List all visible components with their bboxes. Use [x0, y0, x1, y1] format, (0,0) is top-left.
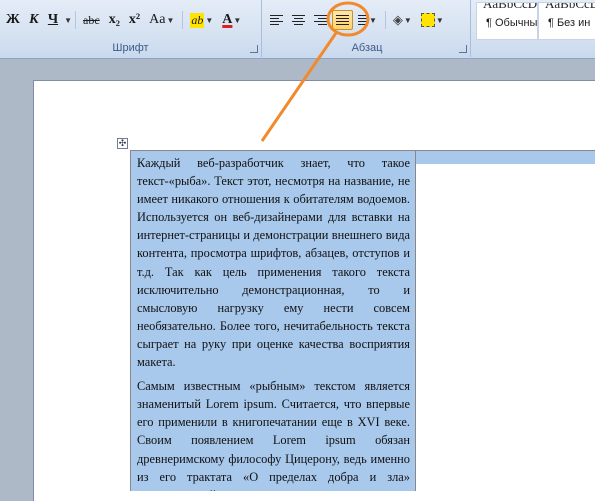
bold-button[interactable]: Ж: [2, 10, 24, 30]
change-case-button[interactable]: Aa ▼: [145, 10, 178, 30]
highlight-button[interactable]: ab ▼: [186, 10, 217, 30]
chevron-down-icon: ▼: [233, 15, 242, 25]
style-name: ¶ Обычный: [486, 17, 538, 29]
font-color-button[interactable]: A ▼: [218, 10, 245, 30]
chevron-down-icon: ▼: [166, 15, 175, 25]
align-left-button[interactable]: [266, 10, 287, 30]
align-right-icon: [314, 14, 327, 26]
paragraph[interactable]: Каждый веб-разработчик знает, что такое …: [137, 154, 410, 371]
style-name: ¶ Без ин: [548, 17, 591, 29]
font-group: Ж К Ч ▼ abc x₂ x² Aa ▼ ab ▼ A ▼ Шрифт: [0, 0, 262, 57]
chevron-down-icon: ▼: [369, 15, 377, 25]
line-spacing-button[interactable]: ▼: [354, 10, 381, 30]
style-sample: AaBbCcD: [545, 2, 595, 11]
style-normal[interactable]: AaBbCcD ¶ Обычный: [476, 2, 538, 40]
align-left-icon: [270, 14, 283, 26]
shading-button[interactable]: ◈ ▼: [389, 10, 416, 30]
justify-button[interactable]: [332, 10, 353, 30]
paragraph[interactable]: Самым известным «рыбным» текстом являетс…: [137, 377, 410, 491]
subscript-button[interactable]: x₂: [105, 10, 124, 30]
table-cell[interactable]: Каждый веб-разработчик знает, что такое …: [130, 150, 416, 491]
chevron-down-icon: ▼: [403, 15, 412, 25]
underline-button[interactable]: Ч: [44, 10, 62, 30]
paragraph-group: ▼ ◈ ▼ ▼ Абзац: [264, 0, 471, 57]
borders-icon: [420, 13, 435, 27]
strikethrough-button[interactable]: abc: [79, 10, 104, 30]
table-row-selection: [414, 150, 595, 164]
style-no-spacing[interactable]: AaBbCcD ¶ Без ин: [538, 2, 595, 40]
paragraph-toolbar: ▼ ◈ ▼ ▼: [266, 9, 449, 31]
chevron-down-icon: ▼: [435, 15, 444, 25]
separator: [75, 11, 77, 29]
paragraph-group-label: Абзац: [351, 42, 383, 54]
style-sample: AaBbCcD: [483, 2, 538, 11]
superscript-button[interactable]: x²: [125, 10, 144, 30]
separator: [182, 11, 184, 29]
font-dialog-launcher-icon[interactable]: [250, 45, 258, 53]
paint-bucket-icon: ◈: [392, 12, 403, 27]
highlight-label: ab: [190, 12, 205, 28]
font-toolbar: Ж К Ч ▼ abc x₂ x² Aa ▼ ab ▼ A ▼: [2, 9, 246, 31]
font-color-label: A: [222, 12, 233, 27]
table-move-handle-icon[interactable]: ✣: [117, 138, 128, 149]
ribbon: Ж К Ч ▼ abc x₂ x² Aa ▼ ab ▼ A ▼ Шрифт ▼ …: [0, 0, 595, 59]
font-group-label: Шрифт: [112, 42, 149, 54]
justify-icon: [336, 14, 349, 26]
line-spacing-icon: [358, 14, 368, 26]
paragraph-dialog-launcher-icon[interactable]: [459, 45, 467, 53]
underline-dropdown-icon[interactable]: ▼: [64, 16, 72, 25]
align-center-icon: [292, 14, 305, 26]
borders-button[interactable]: ▼: [417, 10, 448, 30]
document-background: [0, 59, 595, 79]
chevron-down-icon: ▼: [205, 15, 214, 25]
styles-group: AaBbCcD ¶ Обычный AaBbCcD ¶ Без ин: [472, 0, 595, 57]
align-right-button[interactable]: [310, 10, 331, 30]
separator: [384, 11, 386, 29]
change-case-label: Aa: [149, 12, 166, 27]
align-center-button[interactable]: [288, 10, 309, 30]
cell-text[interactable]: Каждый веб-разработчик знает, что такое …: [131, 151, 415, 491]
italic-button[interactable]: К: [25, 10, 43, 30]
